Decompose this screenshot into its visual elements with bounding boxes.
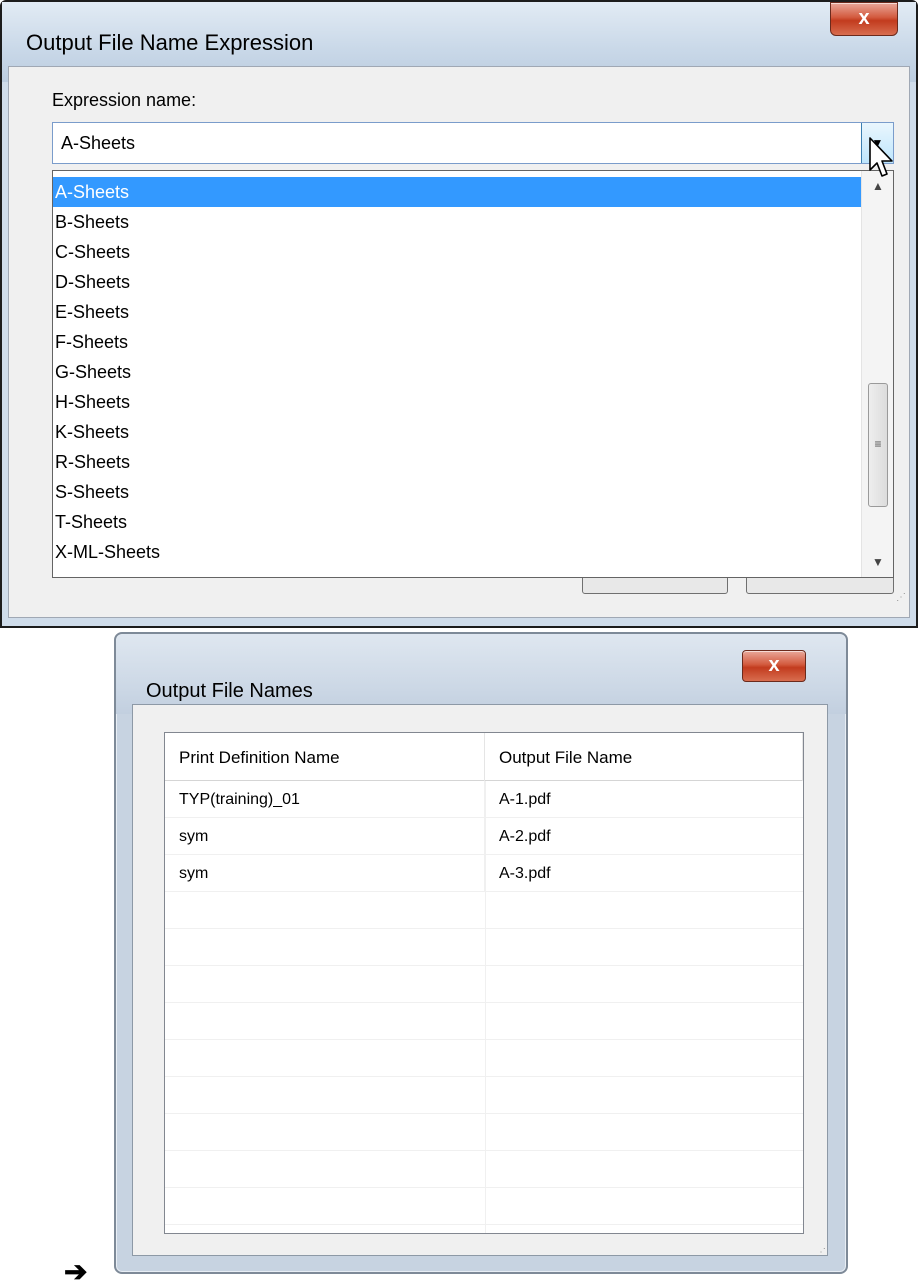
dropdown-item[interactable]: D-Sheets (53, 267, 861, 297)
column-header-print-definition-name[interactable]: Print Definition Name (165, 733, 485, 781)
empty-table-row (165, 1003, 803, 1040)
expression-name-label: Expression name: (52, 90, 197, 110)
table-body: TYP(training)_01 A-1.pdf sym A-2.pdf sym A-3.… (165, 781, 803, 1233)
empty-table-row (165, 1040, 803, 1077)
dialog-title: Output File Name Expression (26, 30, 314, 55)
dialog-title: Output File Names (146, 680, 313, 702)
resize-grip-icon[interactable]: ⋰ (896, 592, 908, 1277)
dropdown-item[interactable]: X-ML-Sheets (53, 537, 861, 567)
empty-table-row (165, 1077, 803, 1114)
table-header: Print Definition Name Output File Name (165, 733, 803, 781)
output-file-name-cell: A-1.pdf (499, 791, 551, 808)
scroll-down-icon[interactable]: ▼ (862, 547, 893, 577)
empty-table-row (165, 966, 803, 1003)
close-button[interactable]: x (742, 650, 806, 682)
output-file-name-cell: A-2.pdf (499, 828, 551, 845)
table-row[interactable]: sym A-2.pdf (165, 818, 803, 855)
dropdown-scrollbar[interactable]: ▲ ≡ ▼ (861, 171, 893, 577)
dropdown-item[interactable]: A-Sheets (53, 177, 861, 207)
table-row[interactable]: sym A-3.pdf (165, 855, 803, 892)
expression-name-combobox[interactable]: A-Sheets ▼ (52, 122, 894, 164)
dropdown-item[interactable]: E-Sheets (53, 297, 861, 327)
dropdown-item[interactable]: H-Sheets (53, 387, 861, 417)
print-definition-name-cell: sym (165, 818, 485, 855)
dropdown-item[interactable]: B-Sheets (53, 207, 861, 237)
dropdown-item[interactable]: K-Sheets (53, 417, 861, 447)
output-file-names-table: Print Definition Name Output File Name T… (164, 732, 804, 1234)
dropdown-item[interactable]: G-Sheets (53, 357, 861, 387)
output-file-name-cell: A-3.pdf (499, 865, 551, 882)
expression-dropdown-list[interactable]: A-Sheets B-Sheets C-Sheets D-Sheets E-Sheets… (52, 170, 894, 578)
dropdown-item[interactable]: T-Sheets (53, 507, 861, 537)
print-definition-name-cell: sym (165, 855, 485, 892)
empty-table-row (165, 892, 803, 929)
column-header-output-file-name[interactable]: Output File Name (485, 733, 803, 781)
close-icon: x (858, 7, 870, 29)
pointer-arrow-icon: ➔ (64, 1256, 88, 1287)
empty-table-row (165, 1188, 803, 1225)
dropdown-item[interactable]: R-Sheets (53, 447, 861, 477)
table-row[interactable]: TYP(training)_01 A-1.pdf (165, 781, 803, 818)
combobox-value: A-Sheets (61, 133, 136, 153)
dropdown-item[interactable]: C-Sheets (53, 237, 861, 267)
mouse-cursor-icon (869, 137, 893, 177)
close-button[interactable]: x (830, 2, 898, 36)
close-icon: x (768, 654, 780, 676)
empty-table-row (165, 1225, 803, 1233)
empty-table-row (165, 1151, 803, 1188)
scrollbar-thumb[interactable]: ≡ (868, 383, 888, 507)
dropdown-items: A-Sheets B-Sheets C-Sheets D-Sheets E-Sheets… (53, 177, 861, 567)
dropdown-item[interactable]: F-Sheets (53, 327, 861, 357)
empty-table-row (165, 929, 803, 966)
resize-grip-icon[interactable]: ⋰ (816, 1247, 826, 1258)
output-file-names-dialog: Output File Names x Print Definition Nam… (114, 632, 848, 1274)
empty-table-row (165, 1114, 803, 1151)
print-definition-name-cell: TYP(training)_01 (165, 781, 485, 818)
dropdown-item[interactable]: S-Sheets (53, 477, 861, 507)
